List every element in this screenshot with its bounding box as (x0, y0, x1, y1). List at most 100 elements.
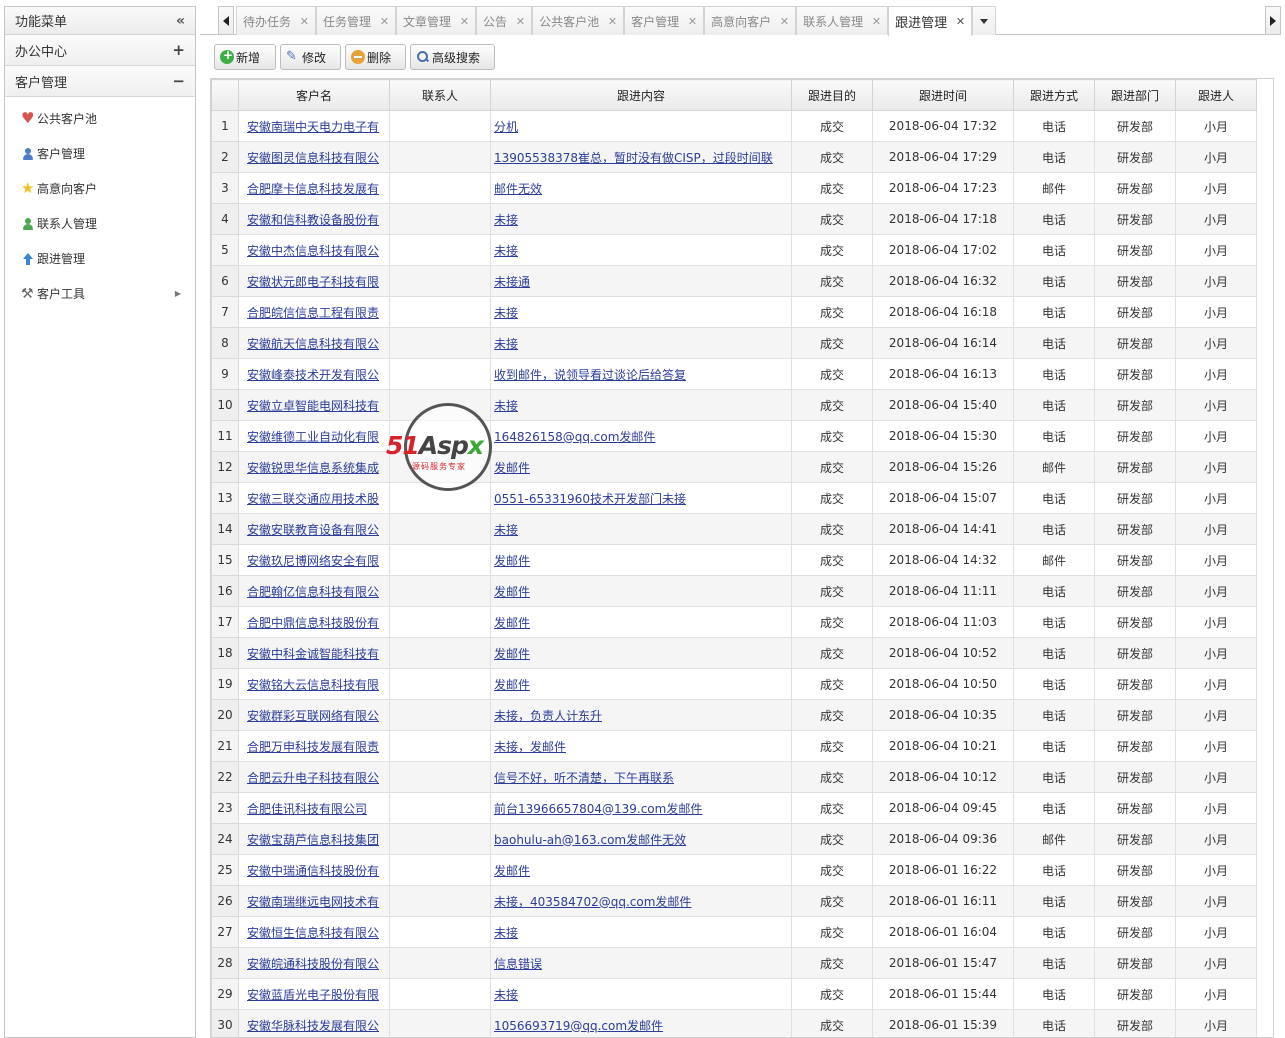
table-row[interactable]: 27 安徽恒生信息科技有限公 未接 成交 2018-06-01 16:04 电话 研发部 小月 (211, 916, 1257, 948)
tab-contacts[interactable]: 联系人管理 ✕ (796, 6, 889, 35)
table-row[interactable]: 30 安徽华脉科技发展有限公 1056693719@qq.com发邮件 成交 2018-… (211, 1009, 1257, 1037)
followup-content-link[interactable]: 未接 (494, 244, 518, 258)
tab-customers[interactable]: 客户管理 ✕ (624, 6, 705, 35)
tab-scroll-left-button[interactable] (218, 6, 234, 35)
followup-content-link[interactable]: 13905538378崔总，暂时没有做CISP，过段时间联 (494, 151, 773, 165)
close-icon[interactable]: ✕ (300, 15, 309, 28)
table-row[interactable]: 6 安徽状元郎电子科技有限 未接通 成交 2018-06-04 16:32 电话 研发部 小月 (211, 265, 1257, 297)
customer-name-link[interactable]: 合肥佳讯科技有限公司 (247, 802, 367, 816)
panel-office-center[interactable]: 办公中心 + (5, 35, 195, 66)
table-row[interactable]: 9 安徽峰泰技术开发有限公 收到邮件，说领导看过谈论后给答复 成交 2018-06-04… (211, 358, 1257, 390)
column-header[interactable]: 跟进内容 (490, 79, 792, 111)
collapse-sidebar-icon[interactable]: « (176, 13, 185, 29)
expand-icon[interactable]: + (172, 41, 185, 59)
followup-content-link[interactable]: baohulu-ah@163.com发邮件无效 (494, 833, 686, 847)
customer-name-link[interactable]: 合肥云升电子科技有限公 (247, 771, 379, 785)
edit-button[interactable]: 修改 (280, 44, 341, 70)
column-header[interactable]: 跟进人 (1175, 79, 1257, 111)
column-header[interactable]: 联系人 (389, 79, 491, 111)
sidebar-item-public-pool[interactable]: 公共客户池 (5, 101, 195, 136)
customer-name-link[interactable]: 安徽华脉科技发展有限公 (247, 1019, 379, 1033)
customer-name-link[interactable]: 安徽群彩互联网络有限公 (247, 709, 379, 723)
followup-content-link[interactable]: 分机 (494, 120, 518, 134)
followup-content-link[interactable]: 发邮件 (494, 554, 530, 568)
table-row[interactable]: 25 安徽中瑞通信科技股份有 发邮件 成交 2018-06-01 16:22 电话 研发部小… (211, 854, 1257, 886)
table-row[interactable]: 16 合肥翰亿信息科技有限公 发邮件 成交 2018-06-04 11:11 电话 研发部小… (211, 575, 1257, 607)
followup-content-link[interactable]: 收到邮件，说领导看过谈论后给答复 (494, 368, 686, 382)
customer-name-link[interactable]: 合肥皖信信息工程有限责 (247, 306, 379, 320)
sidebar-item-customers[interactable]: 客户管理 (5, 136, 195, 171)
tab-public-pool[interactable]: 公共客户池 ✕ (532, 6, 625, 35)
table-row[interactable]: 8 安徽航天信息科技有限公 未接 成交 2018-06-04 16:14 电话 研发部 小月 (211, 327, 1257, 359)
customer-name-link[interactable]: 合肥中鼎信息科技股份有 (247, 616, 379, 630)
table-row[interactable]: 1 安徽南瑞中天电力电子有 分机 成交 2018-06-04 17:32 电话 研发部 小月 (211, 110, 1257, 142)
column-header[interactable]: 跟进部门 (1094, 79, 1176, 111)
customer-name-link[interactable]: 合肥翰亿信息科技有限公 (247, 585, 379, 599)
followup-content-link[interactable]: 未接通 (494, 275, 530, 289)
table-row[interactable]: 11 安徽维德工业自动化有限 164826158@qq.com发邮件 成交 2018-0… (211, 420, 1257, 452)
close-icon[interactable]: ✕ (516, 15, 525, 28)
followup-content-link[interactable]: 未接 (494, 337, 518, 351)
tab-tasks[interactable]: 任务管理 ✕ (316, 6, 397, 35)
close-icon[interactable]: ✕ (688, 15, 697, 28)
customer-name-link[interactable]: 安徽蓝盾光电子股份有限 (247, 988, 379, 1002)
table-row[interactable]: 2 安徽图灵信息科技有限公 13905538378崔总，暂时没有做CISP，过段时间… (211, 141, 1257, 173)
table-row[interactable]: 19 安徽铭大云信息科技有限 发邮件 成交 2018-06-04 10:50 电话 研发部小… (211, 668, 1257, 700)
customer-name-link[interactable]: 合肥万申科技发展有限责 (247, 740, 379, 754)
followup-content-link[interactable]: 未接，发邮件 (494, 740, 566, 754)
customer-name-link[interactable]: 安徽锐思华信息系统集成 (247, 461, 379, 475)
customer-name-link[interactable]: 安徽航天信息科技有限公 (247, 337, 379, 351)
customer-name-link[interactable]: 合肥摩卡信息科技发展有 (247, 182, 379, 196)
table-row[interactable]: 23 合肥佳讯科技有限公司 前台13966657804@139.com发邮件 成交 20… (211, 792, 1257, 824)
table-row[interactable]: 24 安徽宝葫芦信息科技集团 baohulu-ah@163.com发邮件无效 成交 20… (211, 823, 1257, 855)
customer-name-link[interactable]: 安徽安联教育设备有限公 (247, 523, 379, 537)
table-row[interactable]: 10 安徽立卓智能电网科技有 未接 成交 2018-06-04 15:40 电话 研发部 小月 (211, 389, 1257, 421)
collapse-icon[interactable]: − (172, 72, 185, 90)
followup-content-link[interactable]: 未接 (494, 399, 518, 413)
followup-content-link[interactable]: 发邮件 (494, 461, 530, 475)
followup-content-link[interactable]: 邮件无效 (494, 182, 542, 196)
close-icon[interactable]: ✕ (608, 15, 617, 28)
customer-name-link[interactable]: 安徽中杰信息科技有限公 (247, 244, 379, 258)
customer-name-link[interactable]: 安徽立卓智能电网科技有 (247, 399, 379, 413)
table-row[interactable]: 28 安徽皖通科技股份有限公 信息错误 成交 2018-06-01 15:47 电话 研发部… (211, 947, 1257, 979)
sidebar-item-customer-tools[interactable]: 客户工具 ▶ (5, 276, 195, 311)
tab-followup[interactable]: 跟进管理 ✕ (888, 6, 973, 36)
customer-name-link[interactable]: 安徽宝葫芦信息科技集团 (247, 833, 379, 847)
followup-content-link[interactable]: 未接，负责人计东升 (494, 709, 602, 723)
column-header[interactable]: 跟进时间 (872, 79, 1014, 111)
tab-articles[interactable]: 文章管理 ✕ (396, 6, 477, 35)
close-icon[interactable]: ✕ (380, 15, 389, 28)
followup-content-link[interactable]: 164826158@qq.com发邮件 (494, 430, 655, 444)
customer-name-link[interactable]: 安徽和信科教设备股份有 (247, 213, 379, 227)
customer-name-link[interactable]: 安徽恒生信息科技有限公 (247, 926, 379, 940)
tab-menu-button[interactable] (972, 6, 997, 35)
customer-name-link[interactable]: 安徽皖通科技股份有限公 (247, 957, 379, 971)
table-row[interactable]: 3 合肥摩卡信息科技发展有 邮件无效 成交 2018-06-04 17:23 邮件 研发部小… (211, 172, 1257, 204)
followup-content-link[interactable]: 未接，403584702@qq.com发邮件 (494, 895, 691, 909)
close-icon[interactable]: ✕ (956, 15, 965, 28)
customer-name-link[interactable]: 安徽玖尼博网络安全有限 (247, 554, 379, 568)
table-row[interactable]: 17 合肥中鼎信息科技股份有 发邮件 成交 2018-06-04 11:03 电话 研发部小… (211, 606, 1257, 638)
customer-name-link[interactable]: 安徽南瑞继远电网技术有 (247, 895, 379, 909)
followup-content-link[interactable]: 信号不好，听不清楚，下午再联系 (494, 771, 674, 785)
table-row[interactable]: 29 安徽蓝盾光电子股份有限 未接 成交 2018-06-01 15:44 电话 研发部 小月 (211, 978, 1257, 1010)
tab-notice[interactable]: 公告 ✕ (476, 6, 533, 35)
followup-content-link[interactable]: 信息错误 (494, 957, 542, 971)
table-row[interactable]: 20 安徽群彩互联网络有限公 未接，负责人计东升 成交 2018-06-04 10:35… (211, 699, 1257, 731)
customer-name-link[interactable]: 安徽中科金诚智能科技有 (247, 647, 379, 661)
table-row[interactable]: 12 安徽锐思华信息系统集成 发邮件 成交 2018-06-04 15:26 邮件 研发部小… (211, 451, 1257, 483)
close-icon[interactable]: ✕ (872, 15, 881, 28)
customer-name-link[interactable]: 安徽铭大云信息科技有限 (247, 678, 379, 692)
table-row[interactable]: 15 安徽玖尼博网络安全有限 发邮件 成交 2018-06-04 14:32 邮件 研发部小… (211, 544, 1257, 576)
column-header[interactable]: 跟进目的 (791, 79, 873, 111)
customer-name-link[interactable]: 安徽中瑞通信科技股份有 (247, 864, 379, 878)
sidebar-item-contacts[interactable]: 联系人管理 (5, 206, 195, 241)
sidebar-item-high-intent[interactable]: 高意向客户 (5, 171, 195, 206)
table-row[interactable]: 4 安徽和信科教设备股份有 未接 成交 2018-06-04 17:18 电话 研发部 小月 (211, 203, 1257, 235)
followup-content-link[interactable]: 前台13966657804@139.com发邮件 (494, 802, 702, 816)
followup-content-link[interactable]: 发邮件 (494, 647, 530, 661)
table-row[interactable]: 7 合肥皖信信息工程有限责 未接 成交 2018-06-04 16:18 电话 研发部 小月 (211, 296, 1257, 328)
followup-content-link[interactable]: 未接 (494, 306, 518, 320)
customer-name-link[interactable]: 安徽图灵信息科技有限公 (247, 151, 379, 165)
